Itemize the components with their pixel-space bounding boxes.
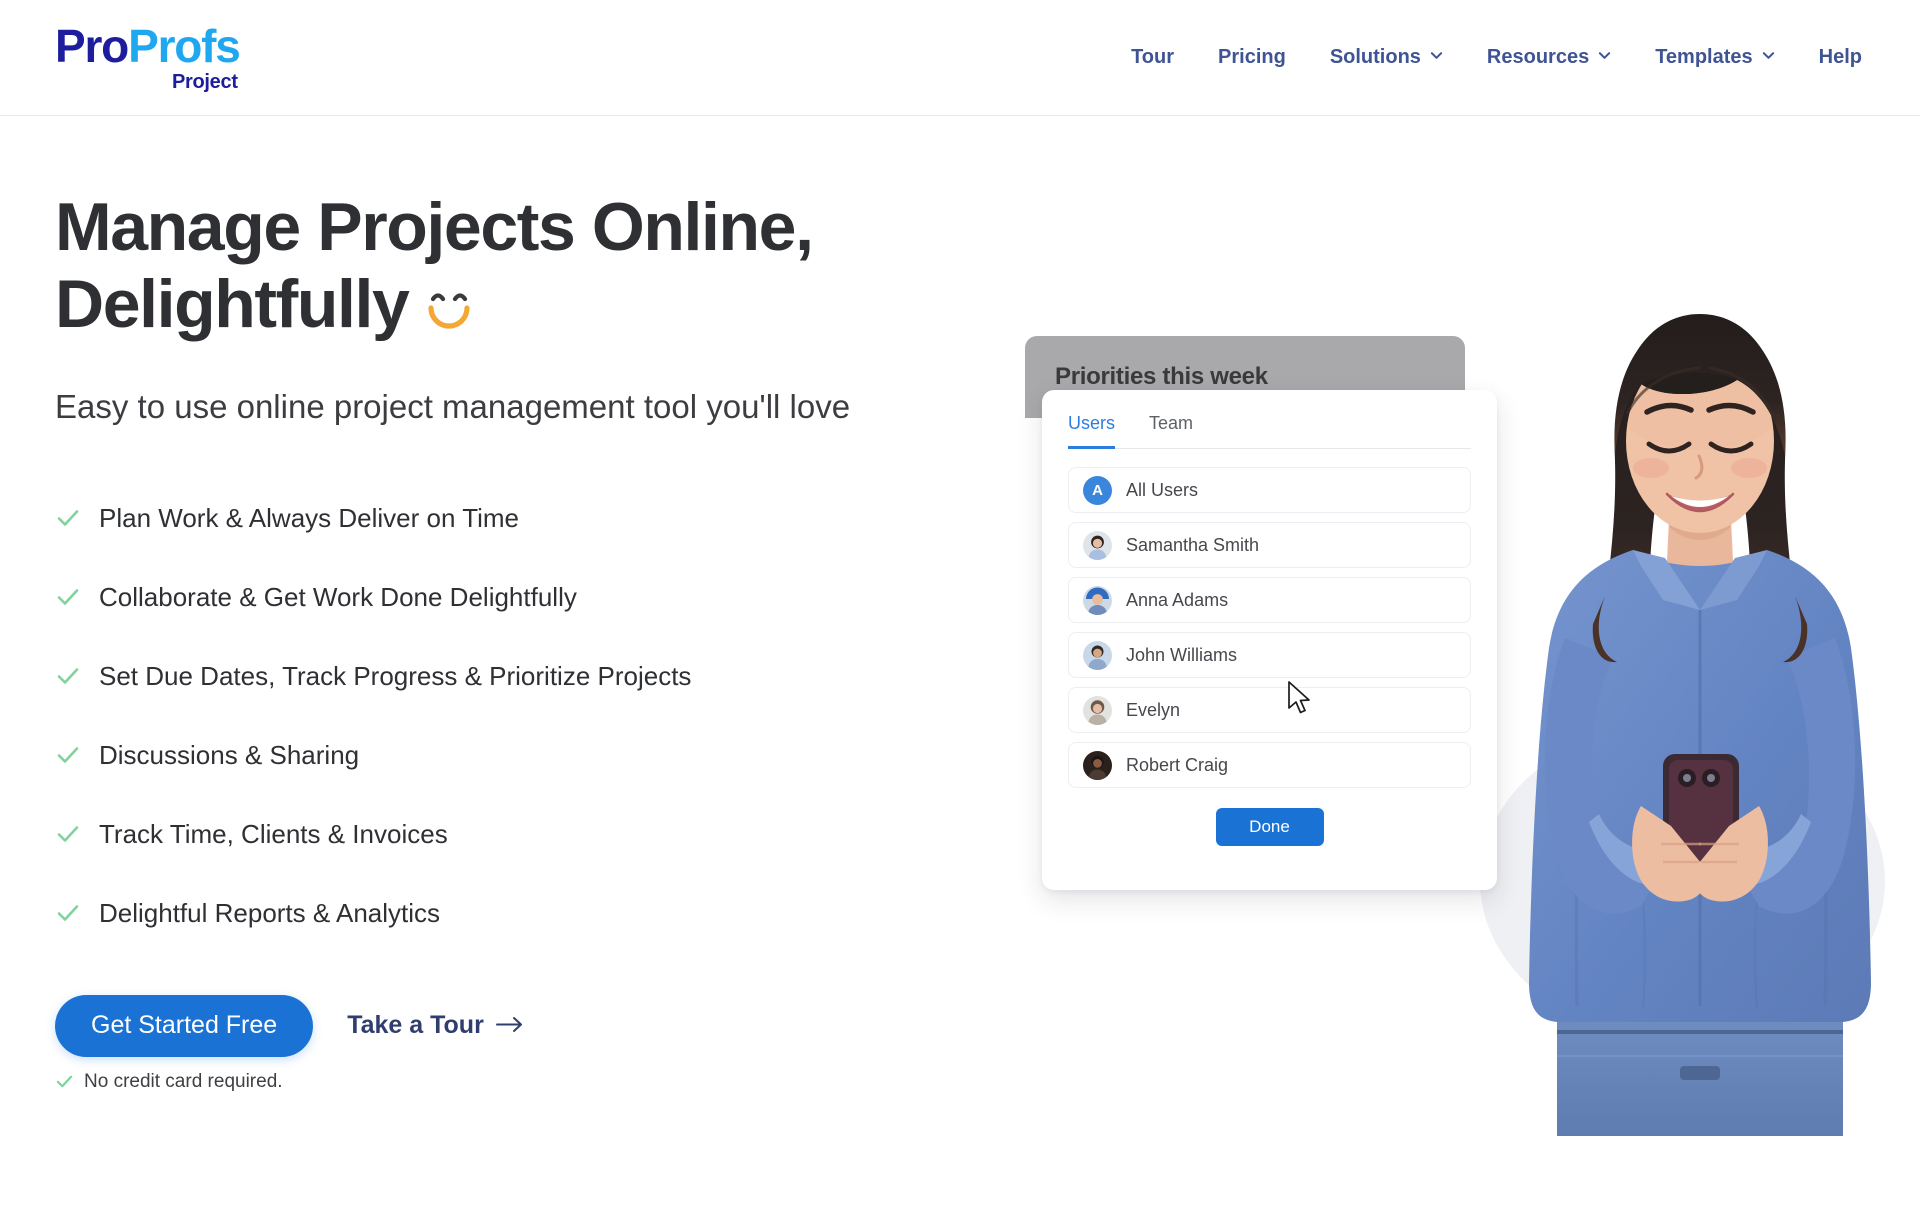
tab-users[interactable]: Users	[1068, 413, 1116, 449]
feature-list: Plan Work & Always Deliver on Time Colla…	[55, 479, 935, 953]
check-icon	[55, 900, 81, 926]
nav-item-resources[interactable]: Resources	[1487, 46, 1611, 69]
avatar	[1083, 585, 1112, 615]
take-a-tour-label: Take a Tour	[347, 1011, 484, 1040]
avatar	[1083, 530, 1112, 560]
smiling-face-icon	[420, 275, 478, 352]
check-icon	[55, 505, 81, 531]
check-icon	[55, 742, 81, 768]
nav-item-tour[interactable]: Tour	[1131, 46, 1174, 69]
arrow-right-icon	[495, 1011, 524, 1040]
done-button[interactable]: Done	[1215, 808, 1324, 846]
feature-label: Collaborate & Get Work Done Delightfully	[99, 581, 577, 612]
list-item[interactable]: Anna Adams	[1068, 577, 1471, 623]
widget-body: Users Team A All Users Samantha Smith An…	[1042, 390, 1497, 890]
nav-item-help[interactable]: Help	[1819, 46, 1862, 69]
widget-footer: Done	[1068, 808, 1471, 846]
check-icon	[55, 584, 81, 610]
nav-item-templates-label: Templates	[1655, 46, 1753, 68]
nav-item-resources-label: Resources	[1486, 46, 1590, 68]
list-item[interactable]: Evelyn	[1068, 687, 1471, 733]
list-item: Delightful Reports & Analytics	[55, 874, 935, 953]
widget-title: Priorities this week	[1055, 363, 1268, 390]
feature-label: Discussions & Sharing	[99, 739, 360, 770]
user-name: Samantha Smith	[1126, 534, 1260, 555]
brand-pro-text: Pro	[55, 20, 129, 72]
user-name: All Users	[1126, 479, 1199, 500]
hero-illustration: Priorities this week Users Team A All Us…	[980, 116, 1920, 1218]
hero-section: Manage Projects Online, Delightfully Eas…	[0, 116, 1920, 1218]
avatar: A	[1083, 475, 1112, 505]
priorities-widget: Priorities this week Users Team A All Us…	[1025, 336, 1497, 890]
site-header: ProProfs Project Tour Pricing Solutions …	[0, 0, 1920, 116]
brand-wordmark: ProProfs	[55, 20, 241, 72]
hero-content: Manage Projects Online, Delightfully Eas…	[55, 189, 935, 1093]
user-name: Robert Craig	[1126, 754, 1229, 775]
nav-item-solutions[interactable]: Solutions	[1330, 46, 1443, 69]
nav-item-help-label: Help	[1818, 46, 1862, 68]
cta-row: Get Started Free Take a Tour	[55, 994, 935, 1057]
tab-team[interactable]: Team	[1149, 413, 1193, 449]
check-icon	[55, 1072, 74, 1091]
brand-logo[interactable]: ProProfs Project	[55, 20, 241, 93]
list-item[interactable]: Robert Craig	[1068, 742, 1471, 788]
chevron-down-icon	[1598, 49, 1611, 62]
avatar	[1083, 640, 1112, 670]
nav-item-templates[interactable]: Templates	[1655, 46, 1774, 69]
get-started-free-button[interactable]: Get Started Free	[55, 994, 314, 1057]
user-name: John Williams	[1126, 644, 1238, 665]
list-item[interactable]: John Williams	[1068, 632, 1471, 678]
nav-item-pricing[interactable]: Pricing	[1218, 46, 1286, 69]
widget-tabs: Users Team	[1068, 412, 1471, 449]
check-icon	[55, 663, 81, 689]
hero-subheading: Easy to use online project management to…	[55, 387, 851, 425]
list-item: Set Due Dates, Track Progress & Prioriti…	[55, 637, 935, 716]
list-item: Track Time, Clients & Invoices	[55, 795, 935, 874]
headline-line-1: Manage Projects Online,	[55, 189, 814, 265]
main-navigation: Tour Pricing Solutions Resources Templat…	[1131, 46, 1862, 69]
user-list: A All Users Samantha Smith Anna Adams Jo…	[1068, 467, 1471, 788]
chevron-down-icon	[1762, 49, 1775, 62]
avatar	[1083, 750, 1112, 780]
list-item[interactable]: A All Users	[1068, 467, 1471, 513]
brand-product-text: Project	[171, 71, 238, 93]
page-title: Manage Projects Online, Delightfully	[55, 189, 935, 352]
feature-label: Set Due Dates, Track Progress & Prioriti…	[99, 660, 692, 691]
nav-item-solutions-label: Solutions	[1329, 46, 1421, 68]
nav-item-tour-label: Tour	[1131, 46, 1175, 68]
no-credit-card-label: No credit card required.	[84, 1070, 283, 1092]
brand-profs-text: Profs	[128, 20, 241, 72]
list-item[interactable]: Samantha Smith	[1068, 522, 1471, 568]
nav-item-pricing-label: Pricing	[1218, 46, 1286, 68]
take-a-tour-link[interactable]: Take a Tour	[347, 1011, 524, 1040]
user-name: Anna Adams	[1126, 589, 1229, 610]
list-item: Discussions & Sharing	[55, 716, 935, 795]
user-name: Evelyn	[1126, 699, 1181, 720]
list-item: Plan Work & Always Deliver on Time	[55, 479, 935, 558]
feature-label: Plan Work & Always Deliver on Time	[99, 502, 519, 533]
feature-label: Delightful Reports & Analytics	[99, 897, 441, 928]
feature-label: Track Time, Clients & Invoices	[99, 818, 448, 849]
avatar	[1083, 695, 1112, 725]
list-item: Collaborate & Get Work Done Delightfully	[55, 558, 935, 637]
check-icon	[55, 821, 81, 847]
no-credit-card-note: No credit card required.	[55, 1071, 935, 1093]
headline-line-2: Delightfully	[55, 265, 410, 342]
person-illustration	[1529, 314, 1871, 1136]
chevron-down-icon	[1430, 49, 1443, 62]
